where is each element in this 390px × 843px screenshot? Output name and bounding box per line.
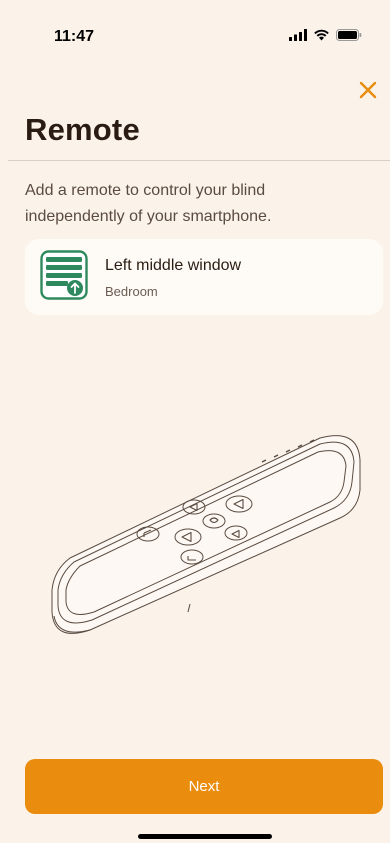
home-indicator[interactable] — [138, 834, 272, 839]
close-icon — [359, 81, 377, 99]
cellular-signal-icon — [289, 29, 307, 41]
status-bar: 11:47 — [0, 0, 390, 54]
device-name: Left middle window — [105, 257, 242, 274]
description-text: Add a remote to control your blind indep… — [25, 182, 272, 225]
battery-icon — [336, 29, 362, 41]
status-time: 11:47 — [54, 28, 95, 45]
wifi-icon — [314, 29, 329, 41]
blind-icon — [40, 250, 88, 300]
remote-control-illustration — [51, 435, 361, 634]
device-card[interactable]: Left middle window Bedroom — [25, 239, 383, 315]
close-button[interactable] — [354, 76, 382, 104]
next-button[interactable]: Next — [25, 759, 383, 814]
header-divider — [8, 160, 390, 161]
status-icons — [289, 29, 362, 41]
device-room: Bedroom — [105, 284, 158, 299]
page-title: Remote — [25, 112, 140, 147]
